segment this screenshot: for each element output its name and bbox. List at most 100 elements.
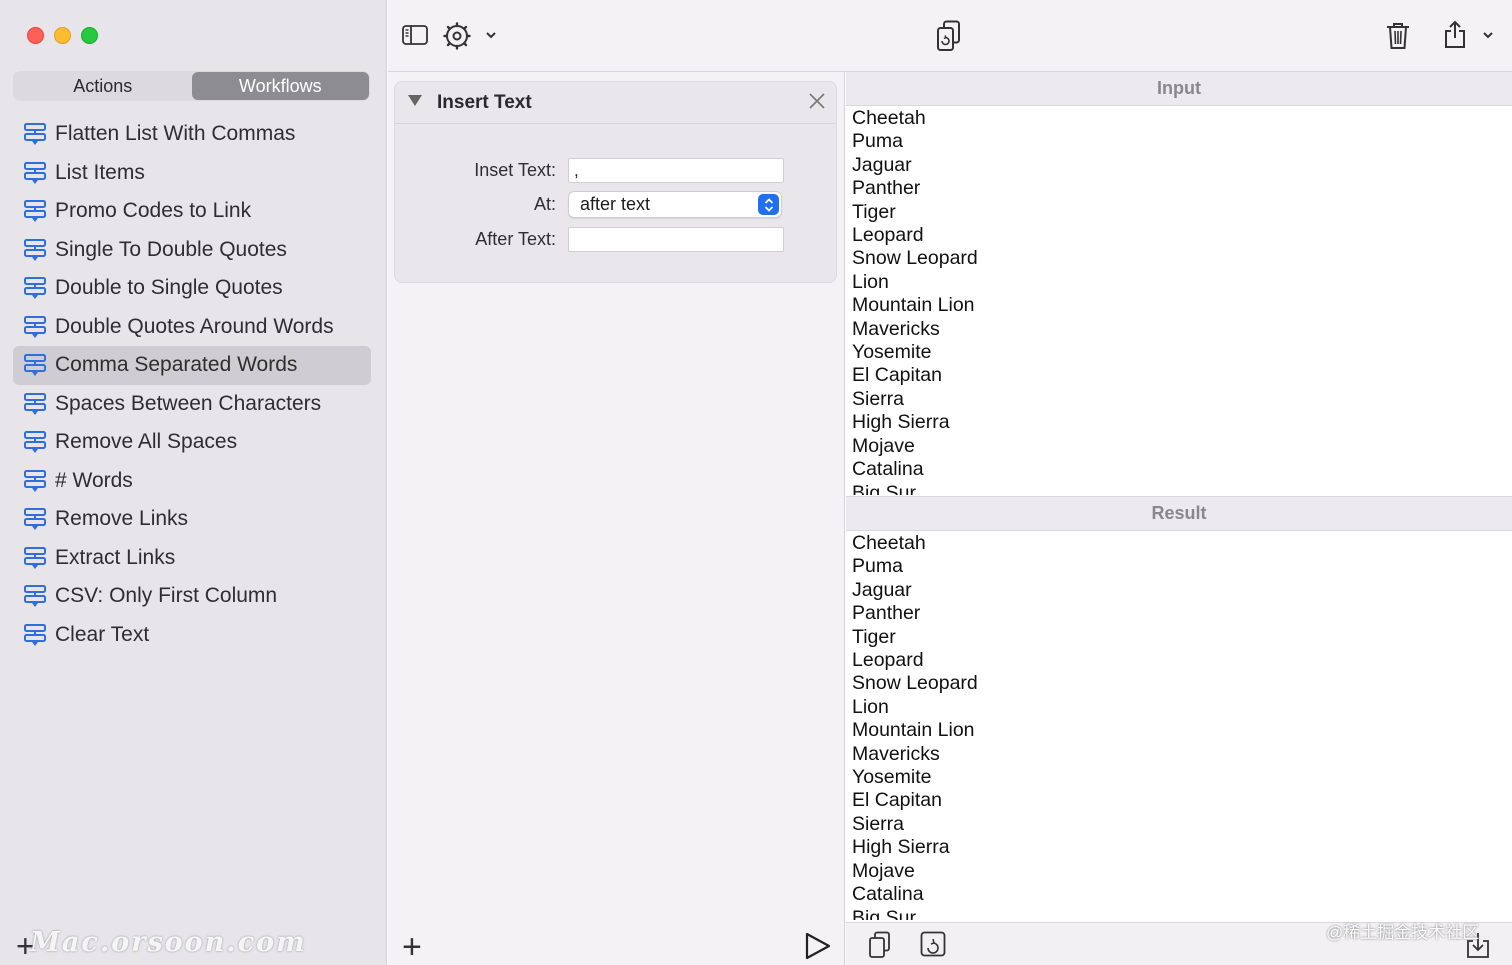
disclosure-triangle-icon[interactable] <box>407 93 423 112</box>
replace-input-icon[interactable] <box>920 931 946 957</box>
workflow-editor: Insert Text Inset Text: , At: after text… <box>388 72 845 965</box>
workflow-item[interactable]: Single To Double Quotes <box>13 231 371 270</box>
share-chevron-down-icon[interactable] <box>1482 30 1494 40</box>
inset-text-label: Inset Text: <box>474 160 556 180</box>
chevron-down-icon[interactable] <box>485 30 497 40</box>
input-line: Tiger <box>852 200 896 223</box>
watermark-text: Mac.orsoon.com <box>30 927 307 958</box>
inset-text-field[interactable]: , <box>568 158 784 183</box>
result-line: Catalina <box>852 883 924 906</box>
workflow-item-label: CSV: Only First Column <box>55 584 278 608</box>
workflow-item[interactable]: Remove All Spaces <box>13 423 371 462</box>
workflow-item[interactable]: Extract Links <box>13 539 371 578</box>
result-line: Snow Leopard <box>852 672 978 695</box>
input-line: Puma <box>852 130 903 153</box>
trash-icon[interactable] <box>1385 21 1411 51</box>
sidebar-toggle-icon[interactable] <box>402 24 428 46</box>
workflow-item-label: Flatten List With Commas <box>55 122 296 146</box>
gear-icon[interactable] <box>443 22 471 50</box>
window-controls <box>27 27 98 44</box>
workflow-item-label: Clear Text <box>55 622 150 646</box>
after-text-field[interactable] <box>568 227 784 252</box>
input-line: High Sierra <box>852 411 950 434</box>
input-line: Panther <box>852 177 921 200</box>
copy-result-icon[interactable] <box>868 931 892 959</box>
input-line: Lion <box>852 270 889 293</box>
tab-workflows[interactable]: Workflows <box>191 72 369 100</box>
workflow-icon <box>24 546 46 569</box>
result-pane: Result Cheetah Puma Jaguar Panther Tiger Leop… <box>846 496 1512 922</box>
result-line: El Capitan <box>852 789 942 812</box>
workflow-item-label: Remove Links <box>55 507 189 531</box>
workflow-icon <box>24 469 46 492</box>
workflow-item[interactable]: # Words <box>13 462 371 501</box>
result-line: Sierra <box>852 812 905 835</box>
input-pane: Input Cheetah Puma Jaguar Panther Tiger Leopa… <box>846 71 1512 496</box>
workflow-item-label: Comma Separated Words <box>55 353 298 377</box>
tab-actions[interactable]: Actions <box>14 72 192 100</box>
workflow-item-label: # Words <box>55 468 133 492</box>
result-line: Panther <box>852 602 921 625</box>
result-line: Mavericks <box>852 742 940 765</box>
workflow-item[interactable]: Remove Links <box>13 500 371 539</box>
workflow-icon <box>24 315 46 338</box>
workflow-icon <box>24 508 46 531</box>
workflow-icon <box>24 623 46 646</box>
workflow-item-label: Single To Double Quotes <box>55 237 287 261</box>
input-line: Sierra <box>852 387 905 410</box>
at-row: At: after text <box>395 191 782 218</box>
action-title: Insert Text <box>437 91 532 113</box>
copy-convert-icon[interactable] <box>936 20 962 52</box>
input-line: Snow Leopard <box>852 247 978 270</box>
zoom-window-button[interactable] <box>81 27 98 44</box>
result-line: Mountain Lion <box>852 719 975 742</box>
result-line: Leopard <box>852 649 924 672</box>
workflow-item[interactable]: Comma Separated Words <box>13 346 371 385</box>
at-select[interactable]: after text <box>568 191 782 218</box>
workflow-icon <box>24 431 46 454</box>
result-line: Tiger <box>852 625 896 648</box>
minimize-window-button[interactable] <box>54 27 71 44</box>
after-text-row: After Text: <box>395 227 784 252</box>
close-icon[interactable] <box>808 92 826 110</box>
workflow-list: Flatten List With Commas List Items Promo … <box>13 115 371 654</box>
action-card-insert-text: Insert Text Inset Text: , At: after text… <box>394 81 837 283</box>
add-action-button[interactable]: + <box>402 930 422 964</box>
close-window-button[interactable] <box>27 27 44 44</box>
workflow-item[interactable]: Clear Text <box>13 616 371 655</box>
input-pane-header: Input <box>846 71 1512 106</box>
share-icon[interactable] <box>1443 20 1467 50</box>
input-line: Mojave <box>852 434 915 457</box>
workflow-item[interactable]: Double Quotes Around Words <box>13 308 371 347</box>
workflow-item[interactable]: Spaces Between Characters <box>13 385 371 424</box>
workflow-item[interactable]: Flatten List With Commas <box>13 115 371 154</box>
run-play-icon[interactable] <box>804 932 832 965</box>
at-select-value: after text <box>580 194 651 214</box>
workflow-item-label: Double Quotes Around Words <box>55 314 334 338</box>
workflow-icon <box>24 392 46 415</box>
workflow-icon <box>24 238 46 261</box>
input-text-area[interactable]: Cheetah Puma Jaguar Panther Tiger Leopard Snow… <box>846 106 1512 495</box>
workflow-item-label: Remove All Spaces <box>55 430 238 454</box>
result-pane-header: Result <box>846 496 1512 531</box>
workflow-item[interactable]: CSV: Only First Column <box>13 577 371 616</box>
workflow-item-label: Spaces Between Characters <box>55 391 322 415</box>
action-card-header: Insert Text <box>395 82 836 124</box>
workflow-item[interactable]: List Items <box>13 154 371 193</box>
inset-text-row: Inset Text: , <box>395 158 784 183</box>
workflow-icon <box>24 123 46 146</box>
input-line: Leopard <box>852 224 924 247</box>
toolbar <box>388 0 1512 72</box>
workflow-item[interactable]: Double to Single Quotes <box>13 269 371 308</box>
result-text-area[interactable]: Cheetah Puma Jaguar Panther Tiger Leopard Snow… <box>846 531 1512 920</box>
sidebar-segmented-control: Actions Workflows <box>13 71 370 101</box>
result-line: Yosemite <box>852 766 932 789</box>
result-line: Lion <box>852 695 889 718</box>
workflow-icon <box>24 277 46 300</box>
workflow-item[interactable]: Promo Codes to Link <box>13 192 371 231</box>
result-line: Cheetah <box>852 532 926 554</box>
workflow-icon <box>24 585 46 608</box>
up-down-chevron-icon <box>758 194 779 215</box>
workflow-icon <box>24 200 46 223</box>
result-line: Mojave <box>852 859 915 882</box>
